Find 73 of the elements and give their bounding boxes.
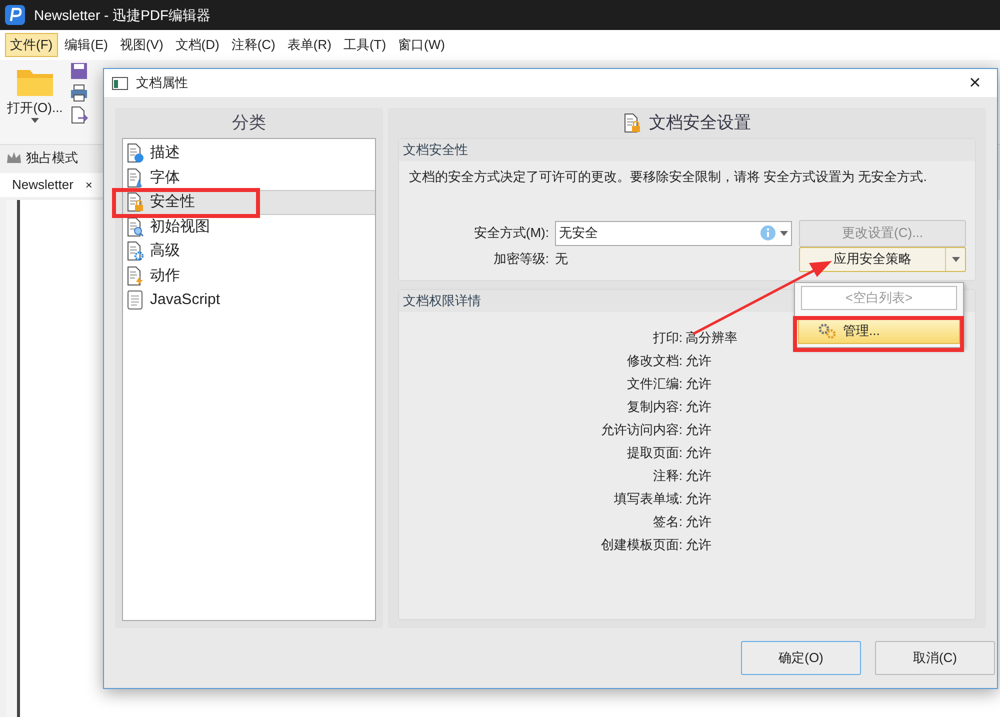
permission-label: 签名: (652, 513, 682, 530)
crown-icon (6, 151, 22, 165)
menu-item[interactable]: 注释(C) (226, 33, 280, 57)
close-button[interactable]: × (961, 73, 989, 93)
document-icon (623, 113, 641, 133)
permission-label: 填写表单域: (614, 490, 682, 507)
gears-icon (817, 322, 837, 340)
category-item[interactable]: 描述 (123, 141, 375, 166)
exclusive-mode-label[interactable]: 独占模式 (26, 148, 78, 168)
empty-list-item: <空白列表> (801, 286, 957, 310)
permission-label: 允许访问内容: (600, 421, 682, 438)
method-dropdown[interactable]: 无安全 (555, 220, 792, 246)
menu-item[interactable]: 文件(F) (5, 33, 58, 57)
menu-item[interactable]: 视图(V) (114, 33, 168, 57)
dialog-title: 文档属性 (136, 74, 189, 92)
dialog-button[interactable]: 确定(O) (741, 641, 861, 675)
manage-menu-item[interactable]: 管理... (798, 318, 960, 344)
permission-label: 打印: (652, 329, 682, 346)
side-scrollbar[interactable] (6, 200, 20, 717)
category-item[interactable]: JavaScript (123, 288, 375, 312)
window-icon (112, 76, 128, 90)
document-icon (126, 241, 144, 262)
permission-label: 文件汇编: (626, 375, 682, 392)
permission-value: 允许 (686, 513, 712, 530)
permission-label: 创建模板页面: (600, 536, 682, 553)
permission-value: 允许 (686, 444, 712, 461)
caret-icon (952, 256, 960, 262)
caret-icon (31, 118, 39, 122)
document-icon (126, 216, 144, 237)
permission-label: 注释: (652, 467, 682, 484)
apply-policy-button[interactable]: 应用安全策略 (799, 246, 966, 272)
document-icon (126, 266, 144, 286)
menu-item[interactable]: 表单(R) (282, 33, 336, 57)
info-icon (760, 225, 776, 241)
category-item[interactable]: 字体 (123, 166, 375, 190)
permission-label: 修改文档: (626, 352, 682, 369)
dialog-button[interactable]: 取消(C) (875, 641, 995, 675)
permission-value: 允许 (686, 375, 712, 392)
description-text: 文档的安全方式决定了可许可的更改。要移除安全限制，请将 安全方式设置为 无安全方式. (408, 168, 928, 186)
category-item[interactable]: 安全性 (123, 190, 375, 214)
category-item[interactable]: 高级 (123, 239, 375, 264)
print-icon[interactable] (70, 84, 88, 102)
menu-item[interactable]: 编辑(E) (60, 33, 113, 57)
group-title: 文档安全性 (399, 139, 975, 161)
document-icon (126, 143, 144, 164)
level-value: 无 (555, 250, 569, 268)
permission-label: 复制内容: (626, 398, 682, 415)
permission-value: 允许 (686, 421, 712, 438)
caret-icon (780, 230, 788, 236)
level-label: 加密等级: (492, 250, 549, 268)
document-tab[interactable]: Newsletter × (0, 173, 104, 197)
method-label: 安全方式(M): (472, 224, 549, 242)
export-icon[interactable] (70, 106, 88, 124)
section-title: 文档安全设置 (649, 112, 751, 134)
permission-value: 允许 (686, 398, 712, 415)
permission-label: 提取页面: (626, 444, 682, 461)
category-item[interactable]: 动作 (123, 264, 375, 288)
document-icon (126, 192, 144, 212)
permission-value: 允许 (686, 490, 712, 507)
permission-value: 允许 (686, 467, 712, 484)
category-item[interactable]: 初始视图 (123, 214, 375, 239)
permission-value: 允许 (686, 352, 712, 369)
menu-item[interactable]: 工具(T) (338, 33, 392, 57)
script-icon (126, 290, 144, 310)
app-logo-icon (4, 4, 26, 26)
menu-item[interactable]: 文档(D) (170, 33, 224, 57)
open-button[interactable]: 打开(O)... (4, 60, 66, 122)
window-title: Newsletter - 迅捷PDF编辑器 (34, 6, 211, 24)
save-icon[interactable] (70, 62, 88, 80)
panel-header: 分类 (231, 112, 267, 134)
permission-value: 允许 (686, 536, 712, 553)
document-icon (126, 168, 144, 188)
menu-item[interactable]: 窗口(W) (393, 33, 450, 57)
